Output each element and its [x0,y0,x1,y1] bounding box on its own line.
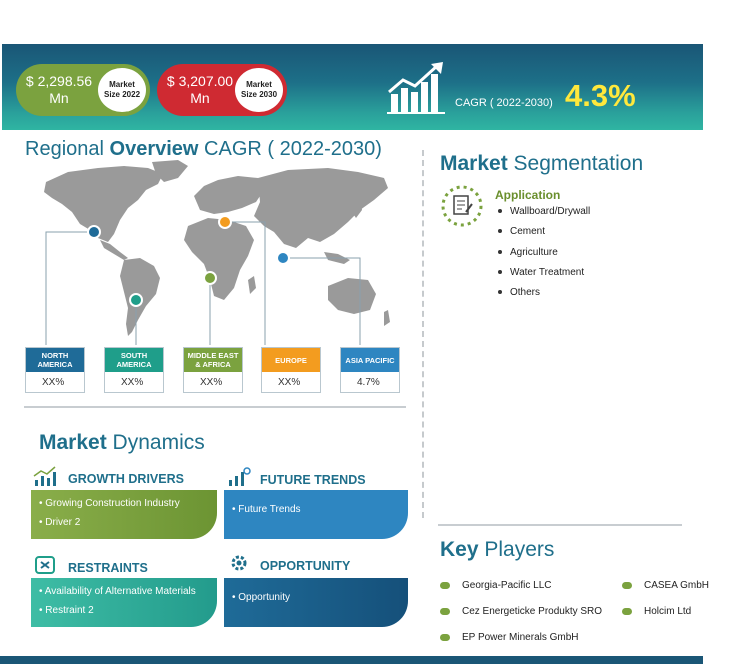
growth-driver-item: • Driver 2 [39,517,81,528]
key-players-title: Key Players [440,538,555,561]
region-value: 4.7% [357,377,380,388]
key-player-item: Georgia-Pacific LLC [440,580,551,591]
market-dynamics-title: Market Dynamics [39,431,205,454]
restraint-item: • Availability of Alternative Materials [39,586,196,597]
opportunity-item: • Opportunity [232,592,290,603]
regional-overview-title: Regional Overview CAGR ( 2022-2030) [25,138,382,160]
market-size-2030-label: Market Size 2030 [235,68,283,112]
region-card-middle-east-africa: MIDDLE EAST & AFRICA XX% [183,347,243,393]
growth-chart-icon [387,62,445,114]
segment-item: Wallboard/Drywall [498,206,590,217]
opportunity-gear-icon [231,555,247,571]
segment-category-application: Application [495,188,561,202]
future-trends-icon [229,467,251,486]
market-size-2022-value: $ 2,298.56 Mn [25,73,93,106]
restraint-item: • Restraint 2 [39,605,94,616]
application-icon [441,185,483,227]
leaf-icon [440,581,450,589]
segment-item: Agriculture [498,247,558,258]
south-america-marker [129,293,143,307]
leaf-icon [440,633,450,641]
region-value: XX% [278,377,301,388]
opportunity-heading: OPPORTUNITY [260,559,351,573]
restraints-box: • Availability of Alternative Materials … [31,578,217,627]
restraints-icon [35,556,55,574]
region-card-south-america: SOUTH AMERICA XX% [104,347,164,393]
region-card-north-america: NORTH AMERICA XX% [25,347,85,393]
region-name: NORTH AMERICA [26,348,84,372]
region-name: SOUTH AMERICA [105,348,163,372]
key-player-item: Holcim Ltd [622,606,691,617]
segment-item: Cement [498,226,545,237]
north-america-marker [87,225,101,239]
future-trends-heading: FUTURE TRENDS [260,473,366,487]
world-map [44,160,390,345]
cagr-label: CAGR ( 2022-2030) [455,97,553,109]
section-divider [24,406,406,408]
region-name: EUROPE [262,348,320,372]
segment-item: Others [498,287,540,298]
region-value: XX% [200,377,223,388]
future-trend-item: • Future Trends [232,504,301,515]
market-size-2030-badge: $ 3,207.00 Mn Market Size 2030 [157,64,287,116]
market-size-2030-value: $ 3,207.00 Mn [166,73,234,106]
region-value: XX% [121,377,144,388]
region-card-europe: EUROPE XX% [261,347,321,393]
future-trends-box: • Future Trends [224,490,408,539]
region-card-asia-pacific: ASIA PACIFIC 4.7% [340,347,400,393]
cagr-value: 4.3% [565,78,636,113]
key-player-item: Cez Energeticke Produkty SRO [440,606,602,617]
market-size-2022-label: Market Size 2022 [98,68,146,112]
footer-bar [0,656,703,664]
segment-item: Water Treatment [498,267,584,278]
growth-drivers-box: • Growing Construction Industry • Driver… [31,490,217,539]
region-name: MIDDLE EAST & AFRICA [184,348,242,372]
column-divider [422,150,424,518]
europe-marker [218,215,232,229]
header-banner: $ 2,298.56 Mn Market Size 2022 $ 3,207.0… [2,44,703,130]
market-segmentation-title: Market Segmentation [440,152,644,175]
region-name: ASIA PACIFIC [341,348,399,372]
region-value: XX% [42,377,65,388]
leaf-icon [440,607,450,615]
opportunity-box: • Opportunity [224,578,408,627]
key-player-item: CASEA GmbH [622,580,709,591]
market-size-2022-badge: $ 2,298.56 Mn Market Size 2022 [16,64,150,116]
middle-east-africa-marker [203,271,217,285]
growth-driver-item: • Growing Construction Industry [39,498,180,509]
key-player-item: EP Power Minerals GmbH [440,632,579,643]
growth-drivers-heading: GROWTH DRIVERS [68,472,184,486]
leaf-icon [622,607,632,615]
restraints-heading: RESTRAINTS [68,561,148,575]
asia-pacific-marker [276,251,290,265]
section-divider [438,524,682,526]
growth-drivers-icon [33,466,56,486]
leaf-icon [622,581,632,589]
